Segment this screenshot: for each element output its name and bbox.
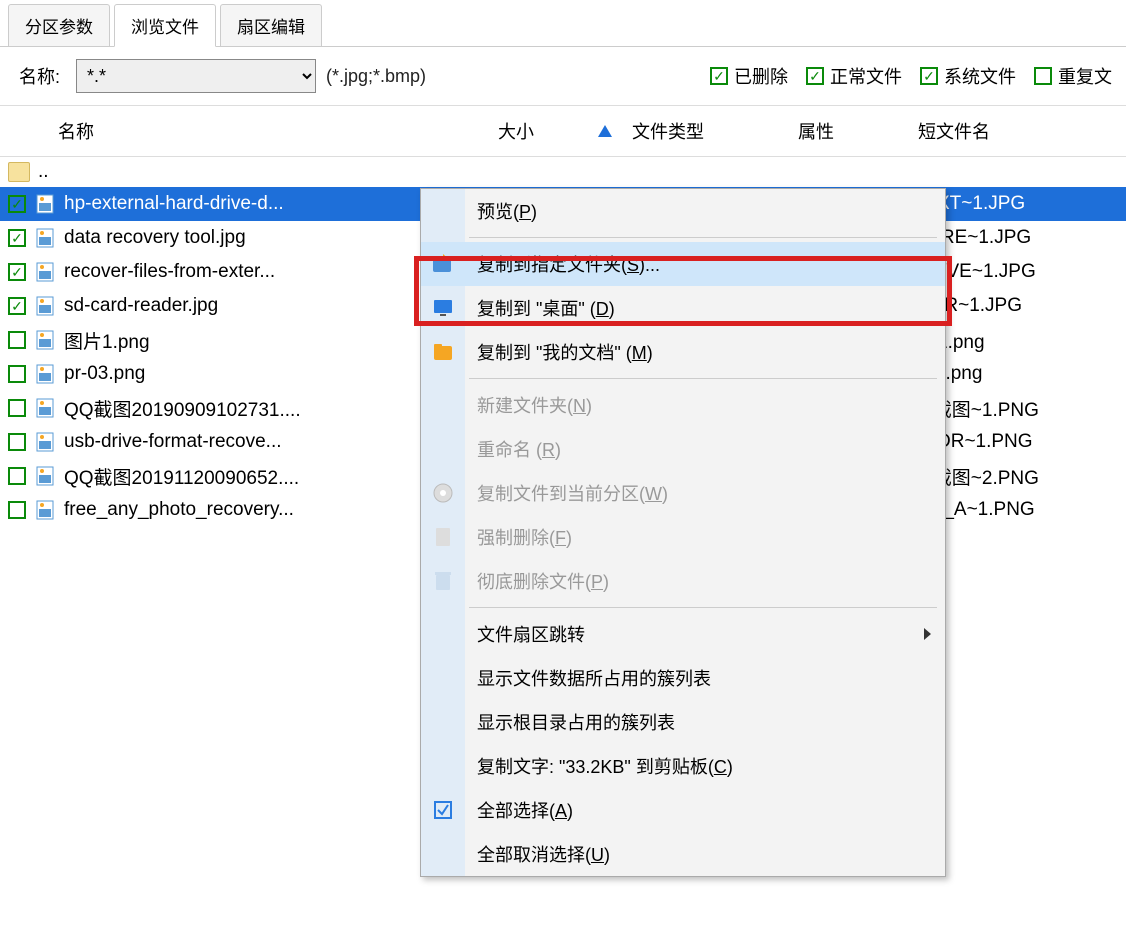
- file-name: usb-drive-format-recove...: [64, 431, 282, 453]
- filter-deleted-checkbox[interactable]: ✓已删除: [710, 63, 788, 89]
- file-checkbox[interactable]: ✓: [8, 501, 26, 519]
- menu-copy-to-desktop[interactable]: 复制到 "桌面" (D): [421, 286, 945, 330]
- file-name: hp-external-hard-drive-d...: [64, 193, 284, 215]
- file-checkbox[interactable]: ✓: [8, 433, 26, 451]
- menu-sector-jump[interactable]: 文件扇区跳转: [421, 612, 945, 656]
- file-checkbox[interactable]: ✓: [8, 365, 26, 383]
- filter-hint: (*.jpg;*.bmp): [326, 66, 426, 87]
- menu-new-folder: 新建文件夹(N): [421, 383, 945, 427]
- documents-folder-icon: [431, 340, 455, 364]
- menu-preview[interactable]: 预览(P): [421, 189, 945, 233]
- image-file-icon: [34, 227, 56, 249]
- header-short[interactable]: 短文件名: [910, 114, 1126, 148]
- disk-icon: [431, 481, 455, 505]
- tab-browse-files[interactable]: 浏览文件: [114, 4, 216, 47]
- menu-copy-text[interactable]: 复制文字: "33.2KB" 到剪贴板(C): [421, 744, 945, 788]
- file-checkbox[interactable]: ✓: [8, 195, 26, 213]
- image-file-icon: [34, 193, 56, 215]
- header-attr[interactable]: 属性: [790, 114, 910, 148]
- tab-partition-params[interactable]: 分区参数: [8, 4, 110, 46]
- tab-bar: 分区参数 浏览文件 扇区编辑: [0, 0, 1126, 47]
- file-checkbox[interactable]: ✓: [8, 399, 26, 417]
- filter-normal-checkbox[interactable]: ✓正常文件: [806, 63, 902, 89]
- menu-unselect-all[interactable]: 全部取消选择(U): [421, 832, 945, 876]
- file-checkbox[interactable]: ✓: [8, 263, 26, 281]
- parent-directory[interactable]: ..: [0, 157, 1126, 187]
- folder-copy-icon: [431, 252, 455, 276]
- column-headers: 名称 大小 文件类型 属性 短文件名: [0, 105, 1126, 157]
- file-name: recover-files-from-exter...: [64, 261, 275, 283]
- filter-name-label: 名称:: [14, 63, 66, 89]
- file-checkbox[interactable]: ✓: [8, 297, 26, 315]
- folder-icon: [8, 162, 30, 182]
- header-type[interactable]: 文件类型: [624, 114, 790, 148]
- file-name: free_any_photo_recovery...: [64, 499, 294, 521]
- filter-pattern-select[interactable]: *.*: [76, 59, 316, 93]
- file-name: QQ截图20190909102731....: [64, 395, 301, 422]
- image-file-icon: [34, 499, 56, 521]
- file-name: pr-03.png: [64, 363, 145, 385]
- menu-root-cluster-list[interactable]: 显示根目录占用的簇列表: [421, 700, 945, 744]
- file-name: 图片1.png: [64, 327, 150, 354]
- sort-indicator[interactable]: [590, 114, 624, 148]
- desktop-icon: [431, 296, 455, 320]
- tab-sector-edit[interactable]: 扇区编辑: [220, 4, 322, 46]
- menu-copy-to-partition: 复制文件到当前分区(W): [421, 471, 945, 515]
- file-checkbox[interactable]: ✓: [8, 467, 26, 485]
- filter-duplicate-checkbox[interactable]: ✓重复文: [1034, 63, 1112, 89]
- menu-copy-to-folder[interactable]: 复制到指定文件夹(S)...: [421, 242, 945, 286]
- up-arrow-icon: [598, 125, 612, 137]
- image-file-icon: [34, 261, 56, 283]
- menu-copy-to-documents[interactable]: 复制到 "我的文档" (M): [421, 330, 945, 374]
- select-all-icon: [431, 798, 455, 822]
- image-file-icon: [34, 329, 56, 351]
- menu-permanent-delete: 彻底删除文件(P): [421, 559, 945, 603]
- delete-icon: [431, 525, 455, 549]
- file-name: QQ截图20191120090652....: [64, 463, 299, 490]
- image-file-icon: [34, 431, 56, 453]
- image-file-icon: [34, 295, 56, 317]
- menu-rename: 重命名 (R): [421, 427, 945, 471]
- context-menu: 预览(P) 复制到指定文件夹(S)... 复制到 "桌面" (D) 复制到 "我…: [420, 188, 946, 877]
- header-name[interactable]: 名称: [0, 114, 490, 148]
- file-name: data recovery tool.jpg: [64, 227, 246, 249]
- file-checkbox[interactable]: ✓: [8, 229, 26, 247]
- image-file-icon: [34, 363, 56, 385]
- menu-select-all[interactable]: 全部选择(A): [421, 788, 945, 832]
- trash-icon: [431, 569, 455, 593]
- image-file-icon: [34, 397, 56, 419]
- header-size[interactable]: 大小: [490, 114, 590, 148]
- file-checkbox[interactable]: ✓: [8, 331, 26, 349]
- menu-force-delete: 强制删除(F): [421, 515, 945, 559]
- filter-system-checkbox[interactable]: ✓系统文件: [920, 63, 1016, 89]
- menu-cluster-list[interactable]: 显示文件数据所占用的簇列表: [421, 656, 945, 700]
- submenu-arrow-icon: [924, 628, 931, 640]
- filter-bar: 名称: *.* (*.jpg;*.bmp) ✓已删除 ✓正常文件 ✓系统文件 ✓…: [0, 47, 1126, 105]
- file-name: sd-card-reader.jpg: [64, 295, 218, 317]
- image-file-icon: [34, 465, 56, 487]
